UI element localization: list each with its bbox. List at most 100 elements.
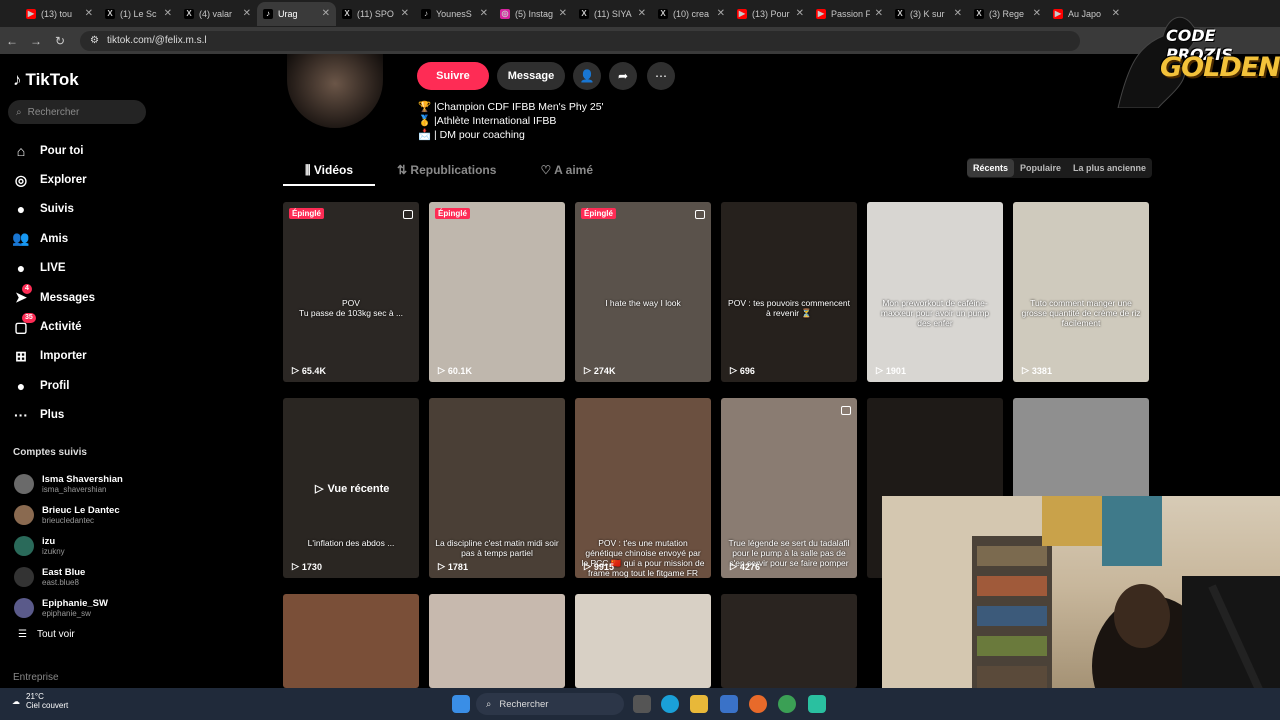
- tab-liked[interactable]: ♡ A aimé: [518, 157, 615, 186]
- sidebar-item-label: Amis: [40, 232, 69, 245]
- taskbar-search[interactable]: ⌕ Rechercher: [476, 693, 624, 715]
- browser-tab[interactable]: ◎ (5) Instag ✕: [494, 2, 573, 26]
- followed-account[interactable]: Epiphanie_SW epiphanie_sw: [14, 592, 123, 623]
- sort-popular[interactable]: Populaire: [1014, 159, 1067, 177]
- video-card[interactable]: [575, 594, 711, 688]
- entreprise-link[interactable]: Entreprise: [13, 672, 59, 683]
- followed-account[interactable]: Brieuc Le Dantec brieucledantec: [14, 499, 123, 530]
- browser-tab[interactable]: ▶ (13) Pour ✕: [731, 2, 810, 26]
- close-tab-icon[interactable]: ✕: [85, 8, 93, 19]
- sidebar-item-amis[interactable]: 👥 Amis: [12, 224, 95, 253]
- close-tab-icon[interactable]: ✕: [243, 8, 251, 19]
- sort-oldest[interactable]: La plus ancienne: [1067, 159, 1152, 177]
- close-tab-icon[interactable]: ✕: [796, 8, 804, 19]
- close-tab-icon[interactable]: ✕: [480, 8, 488, 19]
- tab-reposts[interactable]: ⇅ Republications: [375, 157, 518, 186]
- sidebar-item-importer[interactable]: ⊞ Importer: [12, 342, 95, 371]
- close-tab-icon[interactable]: ✕: [164, 8, 172, 19]
- sidebar-item-label: Explorer: [40, 174, 87, 187]
- close-tab-icon[interactable]: ✕: [875, 8, 883, 19]
- browser-tab[interactable]: ▶ Passion F ✕: [810, 2, 889, 26]
- sidebar-item-pourtoi[interactable]: ⌂ Pour toi: [12, 136, 95, 165]
- follow-button[interactable]: Suivre: [417, 62, 489, 90]
- sidebar-item-messages[interactable]: ➤ 4 Messages: [12, 283, 95, 312]
- tab-title: Au Japo: [1068, 8, 1102, 19]
- tab-favicon-icon: X: [342, 8, 352, 19]
- followed-account[interactable]: Isma Shavershian isma_shavershian: [14, 468, 123, 499]
- windows-start-icon[interactable]: [452, 695, 470, 713]
- followed-account[interactable]: izu izukny: [14, 530, 123, 561]
- browser-tab[interactable]: ▶ (13) tou ✕: [20, 2, 99, 26]
- sidebar-item-explorer[interactable]: ◎ Explorer: [12, 165, 95, 194]
- pinned-badge: Épinglé: [435, 208, 470, 219]
- tab-videos[interactable]: ⫼ Vidéos: [283, 157, 376, 186]
- tab-favicon-icon: X: [974, 8, 984, 19]
- url-field[interactable]: ⚙ tiktok.com/@felix.m.s.l: [80, 30, 1080, 51]
- close-tab-icon[interactable]: ✕: [717, 8, 725, 19]
- see-all-link[interactable]: ☰ Tout voir: [18, 629, 75, 640]
- video-card[interactable]: POV : tes pouvoirs commencent à revenir …: [721, 202, 857, 382]
- view-count: ▷ 696: [730, 365, 755, 376]
- bio-line: 🥇 |Athlète International IFBB: [418, 115, 557, 127]
- file-explorer-icon[interactable]: [690, 695, 708, 713]
- search-input[interactable]: ⌕ Rechercher: [8, 100, 146, 124]
- browser-tab[interactable]: X (10) crea ✕: [652, 2, 731, 26]
- firefox-icon[interactable]: [749, 695, 767, 713]
- tab-favicon-icon: ◎: [500, 8, 510, 19]
- message-button[interactable]: Message: [497, 62, 565, 90]
- main-nav: ⌂ Pour toi ◎ Explorer ● Suivis 👥 Amis ● LIVE ➤ 4 Mes…: [12, 136, 95, 430]
- video-card[interactable]: [283, 594, 419, 688]
- share-icon[interactable]: ➦: [609, 62, 637, 90]
- video-card[interactable]: [721, 594, 857, 688]
- close-tab-icon[interactable]: ✕: [1033, 8, 1041, 19]
- chrome-icon[interactable]: [778, 695, 796, 713]
- browser-tab[interactable]: X (3) Rege ✕: [968, 2, 1047, 26]
- video-card[interactable]: True légende se sert du tadalafil pour l…: [721, 398, 857, 578]
- tab-favicon-icon: X: [895, 8, 905, 19]
- forward-icon[interactable]: →: [24, 34, 48, 48]
- video-card[interactable]: Épinglé I hate the way I look ▷ 274K: [575, 202, 711, 382]
- video-card[interactable]: Épinglé ▷ 60.1K: [429, 202, 565, 382]
- close-tab-icon[interactable]: ✕: [401, 8, 409, 19]
- tiktok-logo[interactable]: ♪ TikTok: [13, 70, 79, 90]
- edge-icon[interactable]: [661, 695, 679, 713]
- video-card[interactable]: Tuto comment manger une grosse quantité …: [1013, 202, 1149, 382]
- sort-recent[interactable]: Récents: [967, 159, 1015, 177]
- sidebar-item-suivis[interactable]: ● Suivis: [12, 195, 95, 224]
- back-icon[interactable]: ←: [0, 34, 24, 48]
- site-info-icon[interactable]: ⚙: [90, 35, 99, 46]
- video-caption: Mon preworkout de caféine-maxxeur pour a…: [880, 298, 990, 328]
- browser-tab[interactable]: X (1) Le Sc ✕: [99, 2, 178, 26]
- task-view-icon[interactable]: [633, 695, 651, 713]
- sidebar-item-profil[interactable]: ● Profil: [12, 371, 95, 400]
- browser-tab[interactable]: ♪ Urag ✕: [257, 1, 336, 26]
- video-card[interactable]: Askip la limite natty c'était PDC -1 sup…: [429, 594, 565, 688]
- browser-tab[interactable]: X (11) SIYA ✕: [573, 2, 652, 26]
- more-options-icon[interactable]: ⋯: [647, 62, 675, 90]
- close-tab-icon[interactable]: ✕: [559, 8, 567, 19]
- video-card[interactable]: POV : t'es une mutation génétique chinoi…: [575, 398, 711, 578]
- followed-account[interactable]: East Blue east.blue8: [14, 561, 123, 592]
- browser-tab[interactable]: ♪ YounesS ✕: [415, 2, 494, 26]
- sidebar-item-activit[interactable]: ▢ 35 Activité: [12, 312, 95, 341]
- video-card[interactable]: La discipline c'est matin midi soir pas …: [429, 398, 565, 578]
- recently-viewed-label: ▷ Vue récente: [315, 482, 390, 496]
- close-tab-icon[interactable]: ✕: [322, 8, 330, 19]
- add-friend-icon[interactable]: 👤: [573, 62, 601, 90]
- video-card[interactable]: Épinglé POV Tu passe de 103kg sec à ... ▷ 6…: [283, 202, 419, 382]
- app-icon[interactable]: [808, 695, 826, 713]
- store-icon[interactable]: [720, 695, 738, 713]
- video-card[interactable]: Mon preworkout de caféine-maxxeur pour a…: [867, 202, 1003, 382]
- weather-widget[interactable]: ☁ 21°C Ciel couvert: [12, 692, 68, 710]
- windows-taskbar: ☁ 21°C Ciel couvert ⌕ Rechercher: [0, 688, 1280, 720]
- close-tab-icon[interactable]: ✕: [954, 8, 962, 19]
- video-card[interactable]: L'inflation des abdos ... ▷ Vue récente ▷ 17…: [283, 398, 419, 578]
- reload-icon[interactable]: ↻: [48, 34, 72, 48]
- friends-icon: 👥: [12, 230, 30, 247]
- sidebar-item-live[interactable]: ● LIVE: [12, 254, 95, 283]
- browser-tab[interactable]: X (3) K sur ✕: [889, 2, 968, 26]
- browser-tab[interactable]: X (11) SPO ✕: [336, 2, 415, 26]
- close-tab-icon[interactable]: ✕: [638, 8, 646, 19]
- sidebar-item-plus[interactable]: ··· Plus: [12, 401, 95, 430]
- browser-tab[interactable]: X (4) valar ✕: [178, 2, 257, 26]
